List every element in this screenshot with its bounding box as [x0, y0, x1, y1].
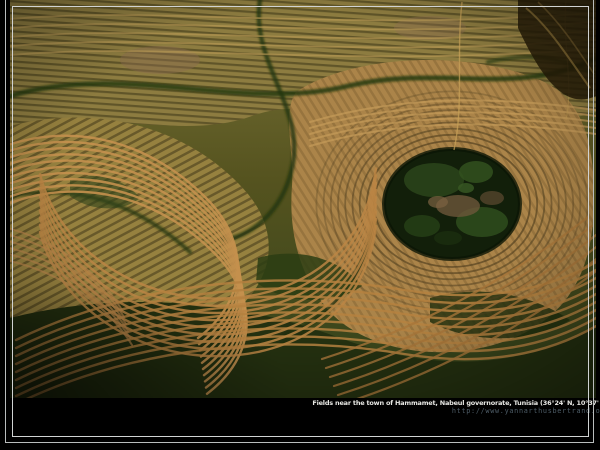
- aerial-photo: [10, 0, 596, 398]
- caption-url: http://www.yannarthusbertrand.org: [312, 407, 600, 415]
- caption-text: Fields near the town of Hammamet, Nabeul…: [312, 399, 600, 407]
- photo-caption: Fields near the town of Hammamet, Nabeul…: [312, 399, 600, 415]
- desktop-wallpaper: { "caption": { "title": "Fields near the…: [0, 0, 600, 450]
- fields-illustration: [10, 0, 596, 398]
